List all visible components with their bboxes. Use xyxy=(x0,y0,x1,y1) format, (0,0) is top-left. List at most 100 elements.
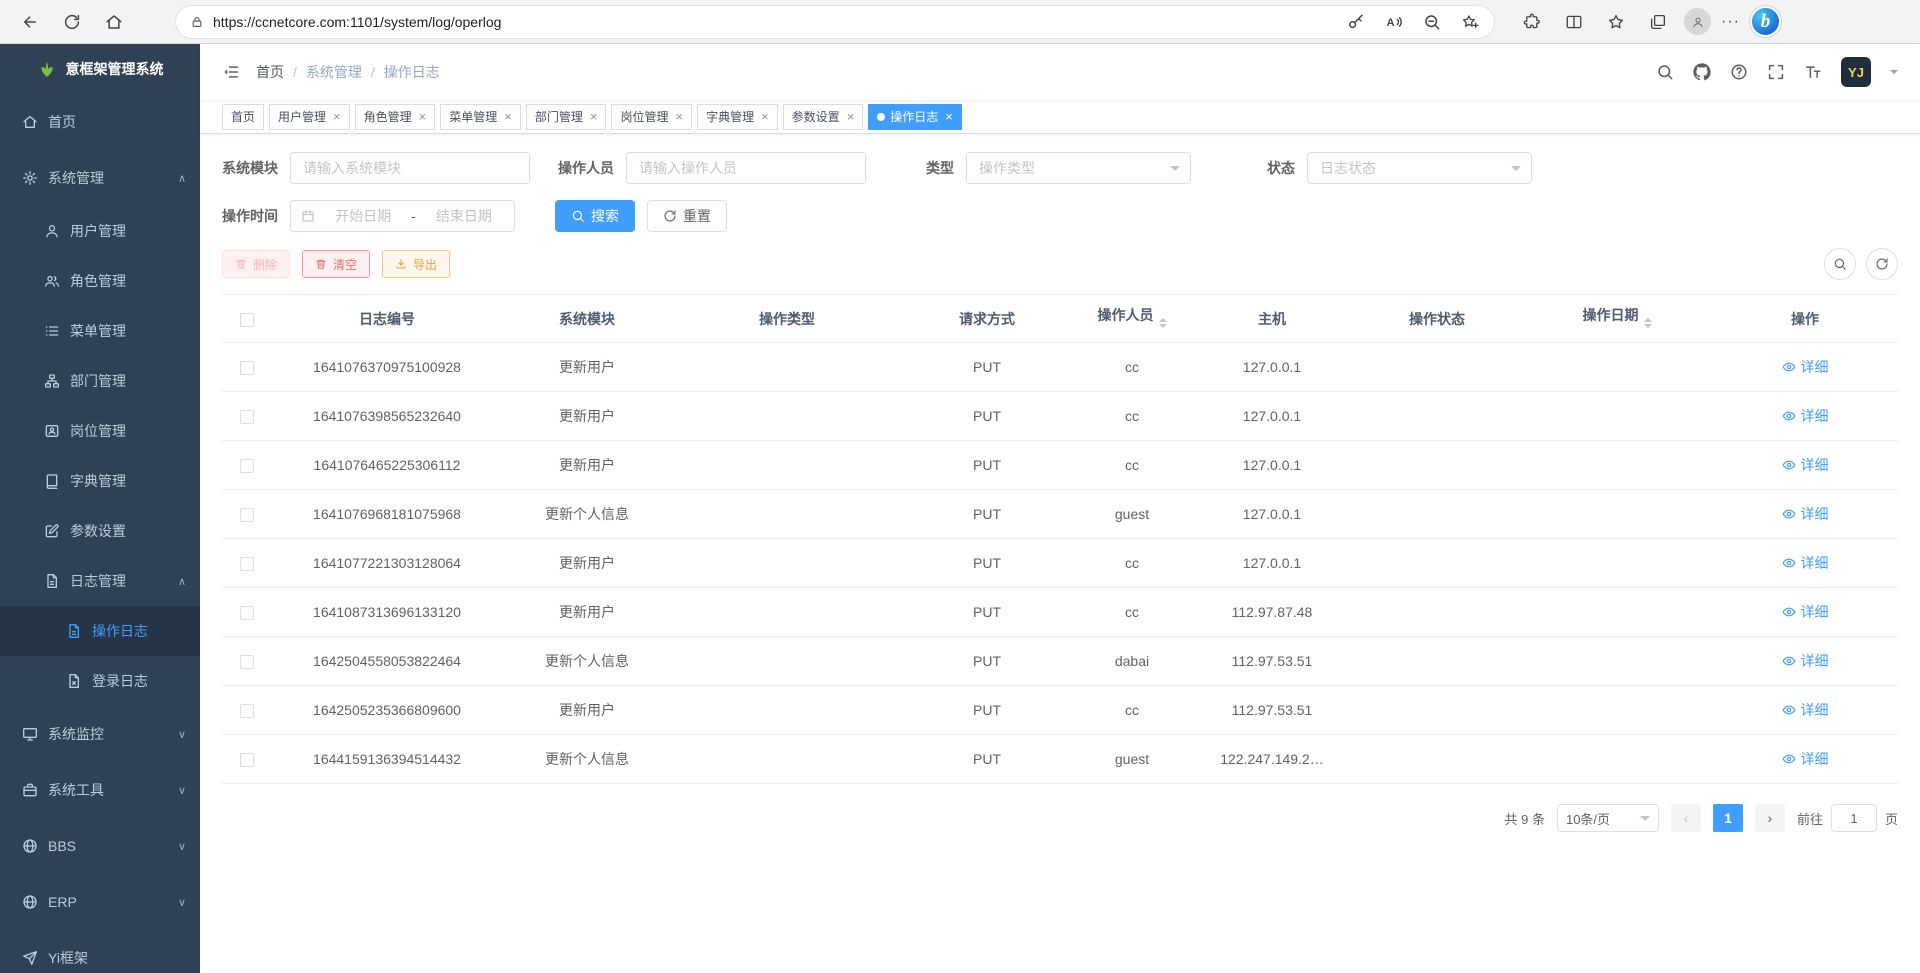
row-checkbox[interactable] xyxy=(240,508,254,522)
page-size-select[interactable]: 10条/页 xyxy=(1557,804,1659,832)
row-checkbox[interactable] xyxy=(240,557,254,571)
detail-link[interactable]: 详细 xyxy=(1782,553,1829,573)
detail-link[interactable]: 详细 xyxy=(1782,406,1829,426)
column-header[interactable]: 操作状态 xyxy=(1352,295,1522,343)
sidebar-menu-item[interactable]: 参数设置 xyxy=(0,506,200,556)
view-tab[interactable]: 操作日志 × xyxy=(868,104,962,130)
close-tab-icon[interactable]: × xyxy=(675,110,683,123)
refresh-table-button[interactable] xyxy=(1866,248,1898,280)
favorites-icon[interactable] xyxy=(1600,6,1632,38)
delete-button[interactable]: 删除 xyxy=(222,250,290,278)
read-aloud-icon[interactable] xyxy=(1378,6,1410,38)
view-tab[interactable]: 菜单管理 × xyxy=(440,104,521,130)
goto-page-input[interactable] xyxy=(1831,804,1877,832)
detail-link[interactable]: 详细 xyxy=(1782,357,1829,377)
sort-carets-icon[interactable] xyxy=(1159,314,1167,332)
url-bar[interactable]: https://ccnetcore.com:1101/system/log/op… xyxy=(176,6,1494,38)
close-tab-icon[interactable]: × xyxy=(333,110,341,123)
help-icon[interactable] xyxy=(1730,63,1748,81)
detail-link[interactable]: 详细 xyxy=(1782,504,1829,524)
row-checkbox[interactable] xyxy=(240,361,254,375)
detail-link[interactable]: 详细 xyxy=(1782,700,1829,720)
show-search-toggle[interactable] xyxy=(1824,248,1856,280)
view-tab[interactable]: 角色管理 × xyxy=(355,104,436,130)
collections-icon[interactable] xyxy=(1642,6,1674,38)
zoom-icon[interactable] xyxy=(1416,6,1448,38)
column-header[interactable]: 请求方式 xyxy=(902,295,1072,343)
sidebar-menu-item[interactable]: 系统工具 ∨ xyxy=(0,762,200,818)
row-checkbox[interactable] xyxy=(240,704,254,718)
view-tab[interactable]: 用户管理 × xyxy=(269,104,350,130)
next-page-button[interactable]: › xyxy=(1755,804,1785,832)
sidebar-menu-item[interactable]: 系统监控 ∨ xyxy=(0,706,200,762)
font-size-icon[interactable] xyxy=(1804,63,1822,81)
operator-input[interactable] xyxy=(626,152,866,184)
view-tab[interactable]: 岗位管理 × xyxy=(611,104,692,130)
column-header[interactable]: 主机 xyxy=(1192,295,1352,343)
profile-avatar[interactable] xyxy=(1684,8,1711,35)
column-header[interactable]: 操作日期 xyxy=(1522,295,1712,343)
detail-link[interactable]: 详细 xyxy=(1782,455,1829,475)
sidebar-menu-item[interactable]: 系统管理 ∧ xyxy=(0,150,200,206)
sidebar-menu-item[interactable]: 首页 xyxy=(0,94,200,150)
password-key-icon[interactable] xyxy=(1340,6,1372,38)
close-tab-icon[interactable]: × xyxy=(847,110,855,123)
detail-link[interactable]: 详细 xyxy=(1782,749,1829,769)
close-tab-icon[interactable]: × xyxy=(945,110,953,123)
column-header[interactable]: 操作类型 xyxy=(672,295,902,343)
sort-carets-icon[interactable] xyxy=(1644,314,1652,332)
status-select[interactable]: 日志状态 xyxy=(1307,152,1532,184)
sidebar-menu-item[interactable]: 岗位管理 xyxy=(0,406,200,456)
page-number-button[interactable]: 1 xyxy=(1713,804,1743,832)
search-button[interactable]: 搜索 xyxy=(555,200,635,232)
breadcrumb-item[interactable]: 首页 xyxy=(256,62,284,82)
split-screen-icon[interactable] xyxy=(1558,6,1590,38)
column-header[interactable]: 操作 xyxy=(1712,295,1898,343)
column-header[interactable]: 操作人员 xyxy=(1072,295,1192,343)
breadcrumb-item[interactable]: 操作日志 xyxy=(384,62,440,82)
detail-link[interactable]: 详细 xyxy=(1782,651,1829,671)
fullscreen-icon[interactable] xyxy=(1767,63,1785,81)
row-checkbox[interactable] xyxy=(240,606,254,620)
type-select[interactable]: 操作类型 xyxy=(966,152,1191,184)
row-checkbox[interactable] xyxy=(240,753,254,767)
reset-button[interactable]: 重置 xyxy=(647,200,727,232)
github-icon[interactable] xyxy=(1693,63,1711,81)
browser-menu-icon[interactable]: ··· xyxy=(1721,13,1740,31)
prev-page-button[interactable]: ‹ xyxy=(1671,804,1701,832)
sidebar-menu-item[interactable]: Yi框架 xyxy=(0,930,200,973)
sidebar-menu-item[interactable]: 菜单管理 xyxy=(0,306,200,356)
detail-link[interactable]: 详细 xyxy=(1782,602,1829,622)
back-button[interactable] xyxy=(14,6,46,38)
sidebar-menu-item[interactable]: 字典管理 xyxy=(0,456,200,506)
module-input[interactable] xyxy=(290,152,530,184)
close-tab-icon[interactable]: × xyxy=(590,110,598,123)
refresh-button[interactable] xyxy=(56,6,88,38)
export-button[interactable]: 导出 xyxy=(382,250,450,278)
view-tab[interactable]: 参数设置 × xyxy=(783,104,864,130)
user-avatar[interactable]: YJ xyxy=(1841,57,1871,87)
close-tab-icon[interactable]: × xyxy=(504,110,512,123)
clear-button[interactable]: 清空 xyxy=(302,250,370,278)
column-header[interactable]: 日志编号 xyxy=(272,295,502,343)
row-checkbox[interactable] xyxy=(240,655,254,669)
view-tab[interactable]: 部门管理 × xyxy=(526,104,607,130)
home-button[interactable] xyxy=(98,6,130,38)
extensions-icon[interactable] xyxy=(1516,6,1548,38)
column-header[interactable]: 系统模块 xyxy=(502,295,672,343)
view-tab[interactable]: 字典管理 × xyxy=(697,104,778,130)
select-all-checkbox[interactable] xyxy=(240,313,254,327)
close-tab-icon[interactable]: × xyxy=(419,110,427,123)
row-checkbox[interactable] xyxy=(240,459,254,473)
add-favorite-icon[interactable] xyxy=(1454,6,1486,38)
row-checkbox[interactable] xyxy=(240,410,254,424)
sidebar-menu-item[interactable]: BBS ∨ xyxy=(0,818,200,874)
date-range-picker[interactable]: 开始日期 - 结束日期 xyxy=(290,200,515,232)
breadcrumb-item[interactable]: 系统管理 xyxy=(306,62,362,82)
bing-icon[interactable]: b xyxy=(1750,6,1781,37)
sidebar-menu-item[interactable]: 日志管理 ∧ xyxy=(0,556,200,606)
sidebar-menu-item[interactable]: 部门管理 xyxy=(0,356,200,406)
sidebar-menu-item[interactable]: ERP ∨ xyxy=(0,874,200,930)
sidebar-menu-item[interactable]: 用户管理 xyxy=(0,206,200,256)
view-tab[interactable]: 首页 xyxy=(222,104,264,130)
